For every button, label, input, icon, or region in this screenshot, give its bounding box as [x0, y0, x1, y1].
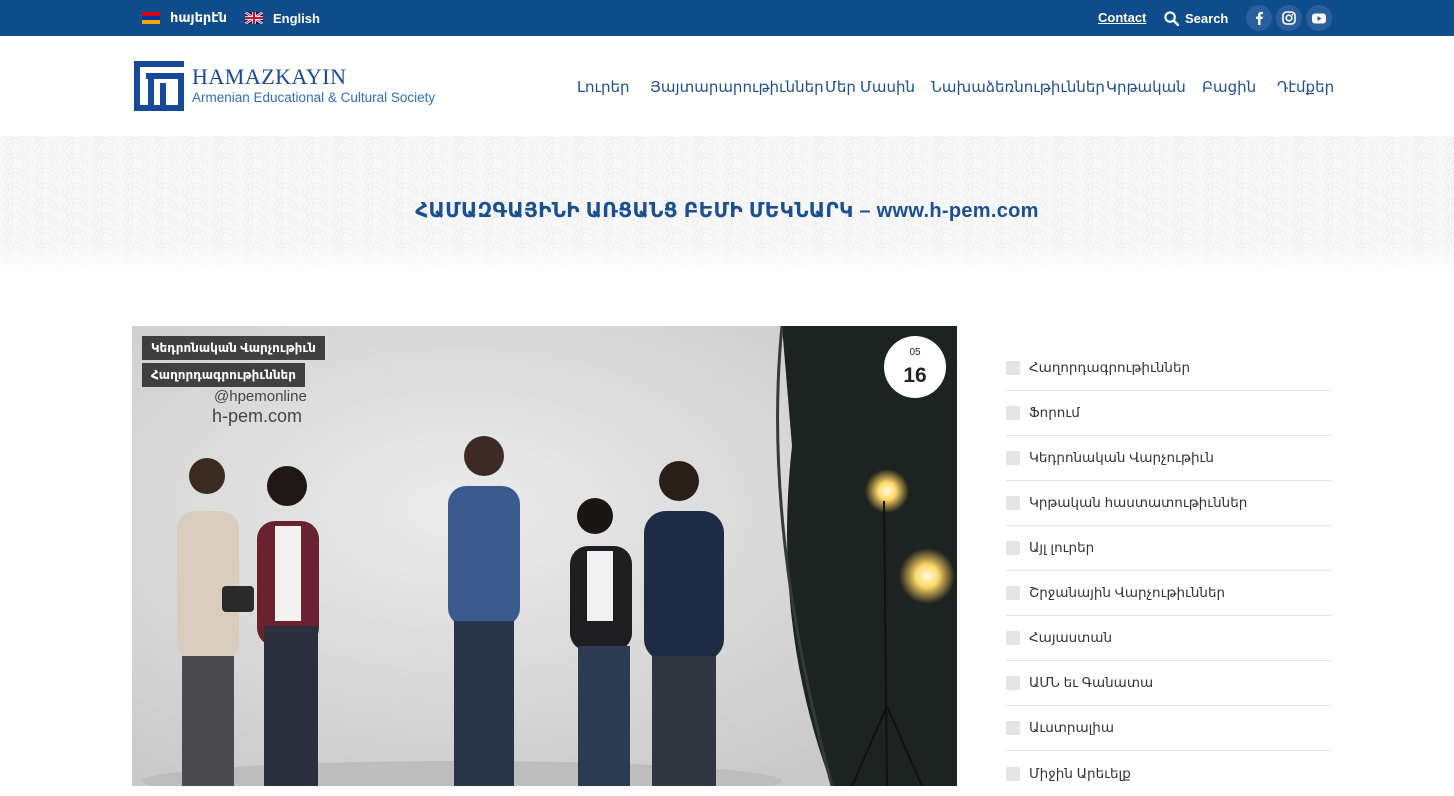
page-title: ՀԱՄԱԶԳԱՅԻՆԻ ԱՌՑԱՆՑ ԲԵՄԻ ՄԵԿՆԱՐԿ – www.h-… [415, 200, 1039, 222]
bullet-icon [1006, 496, 1020, 510]
date-month: 05 [909, 347, 921, 358]
sidebar-item-forum[interactable]: Ֆորում [1006, 391, 1332, 436]
language-english-label: English [273, 10, 320, 26]
contact-link[interactable]: Contact [1098, 10, 1146, 25]
bullet-icon [1006, 586, 1020, 600]
bullet-icon [1006, 406, 1020, 420]
search-button[interactable]: Search [1164, 0, 1228, 36]
sidebar-item-other-news[interactable]: Այլ լուրեր [1006, 526, 1332, 571]
bullet-icon [1006, 676, 1020, 690]
sidebar-item-press-releases[interactable]: Հաղորդագրութիւններ [1006, 346, 1332, 391]
sidebar-item-label: Կեդրոնական Վարչութիւն [1029, 450, 1214, 465]
sidebar-item-armenia[interactable]: Հայաստան [1006, 616, 1332, 661]
bullet-icon [1006, 451, 1020, 465]
watermark-site: h-pem.com [212, 406, 303, 426]
nav-item-initiatives[interactable]: Նախաձեռնութիւններ [931, 78, 1105, 96]
language-english-link[interactable]: English [245, 0, 320, 36]
language-armenian-label: հայերէն [170, 10, 227, 25]
category-sidebar: Հաղորդագրութիւններ Ֆորում Կեդրոնական Վար… [1006, 346, 1332, 796]
nav-item-education[interactable]: Կրթական [1106, 78, 1186, 96]
featured-image[interactable]: @hpemonline h-pem.com Կեդրոնական Վարչութ… [132, 326, 957, 786]
sidebar-item-central-board[interactable]: Կեդրոնական Վարչութիւն [1006, 436, 1332, 481]
sidebar-item-label: Հաղորդագրութիւններ [1029, 360, 1191, 375]
sidebar-item-label: Ֆորում [1029, 405, 1080, 420]
category-tag-press-releases[interactable]: Հաղորդագրութիւններ [142, 363, 305, 387]
bullet-icon [1006, 361, 1020, 375]
instagram-link[interactable] [1276, 5, 1302, 31]
nav-item-bagin[interactable]: Բացին [1202, 78, 1256, 96]
facebook-link[interactable] [1246, 5, 1272, 31]
language-armenian-link[interactable]: հայերէն [142, 0, 227, 36]
armenian-flag-icon [142, 12, 160, 24]
sidebar-item-label: Աւստրալիա [1029, 720, 1114, 735]
sidebar-item-usa-canada[interactable]: ԱՄՆ եւ Գանատա [1006, 661, 1332, 706]
date-badge: 05 16 [884, 336, 946, 398]
youtube-icon [1312, 13, 1326, 23]
youtube-link[interactable] [1306, 5, 1332, 31]
bullet-icon [1006, 631, 1020, 645]
bullet-icon [1006, 721, 1020, 735]
search-label: Search [1185, 10, 1229, 26]
sidebar-item-australia[interactable]: Աւստրալիա [1006, 706, 1332, 751]
nav-item-faces[interactable]: Դէմքեր [1277, 78, 1334, 96]
facebook-icon [1256, 11, 1263, 25]
uk-flag-icon [245, 12, 263, 24]
instagram-icon [1282, 11, 1296, 25]
search-icon [1164, 10, 1179, 26]
sidebar-item-regional-boards[interactable]: Շրջանային Վարչութիւններ [1006, 571, 1332, 616]
top-bar: հայերէն English Contact Search [0, 0, 1454, 36]
bullet-icon [1006, 541, 1020, 555]
sidebar-item-label: Միջին Արեւելք [1029, 765, 1131, 781]
sidebar-item-label: Հայաստան [1029, 630, 1113, 645]
main-nav: Լուրեր Յայտարարութիւններ Մեր Մասին Նախաձ… [0, 36, 1454, 136]
bullet-icon [1006, 766, 1020, 781]
sidebar-item-label: ԱՄՆ եւ Գանատա [1029, 675, 1154, 690]
date-day: 16 [903, 364, 927, 387]
category-tag-central-board[interactable]: Կեդրոնական Վարչութիւն [142, 336, 325, 360]
sidebar-item-educational-institutions[interactable]: Կրթական հաստատութիւններ [1006, 481, 1332, 526]
sidebar-item-label: Կրթական հաստատութիւններ [1029, 495, 1248, 510]
nav-item-about[interactable]: Մեր Մասին [825, 78, 915, 96]
watermark-handle: @hpemonline [214, 388, 307, 405]
sidebar-item-middle-east[interactable]: Միջին Արեւելք [1006, 751, 1332, 796]
nav-item-news[interactable]: Լուրեր [577, 78, 630, 96]
sidebar-item-label: Շրջանային Վարչութիւններ [1029, 585, 1226, 600]
nav-item-announcements[interactable]: Յայտարարութիւններ [650, 78, 824, 96]
sidebar-item-label: Այլ լուրեր [1029, 540, 1095, 555]
